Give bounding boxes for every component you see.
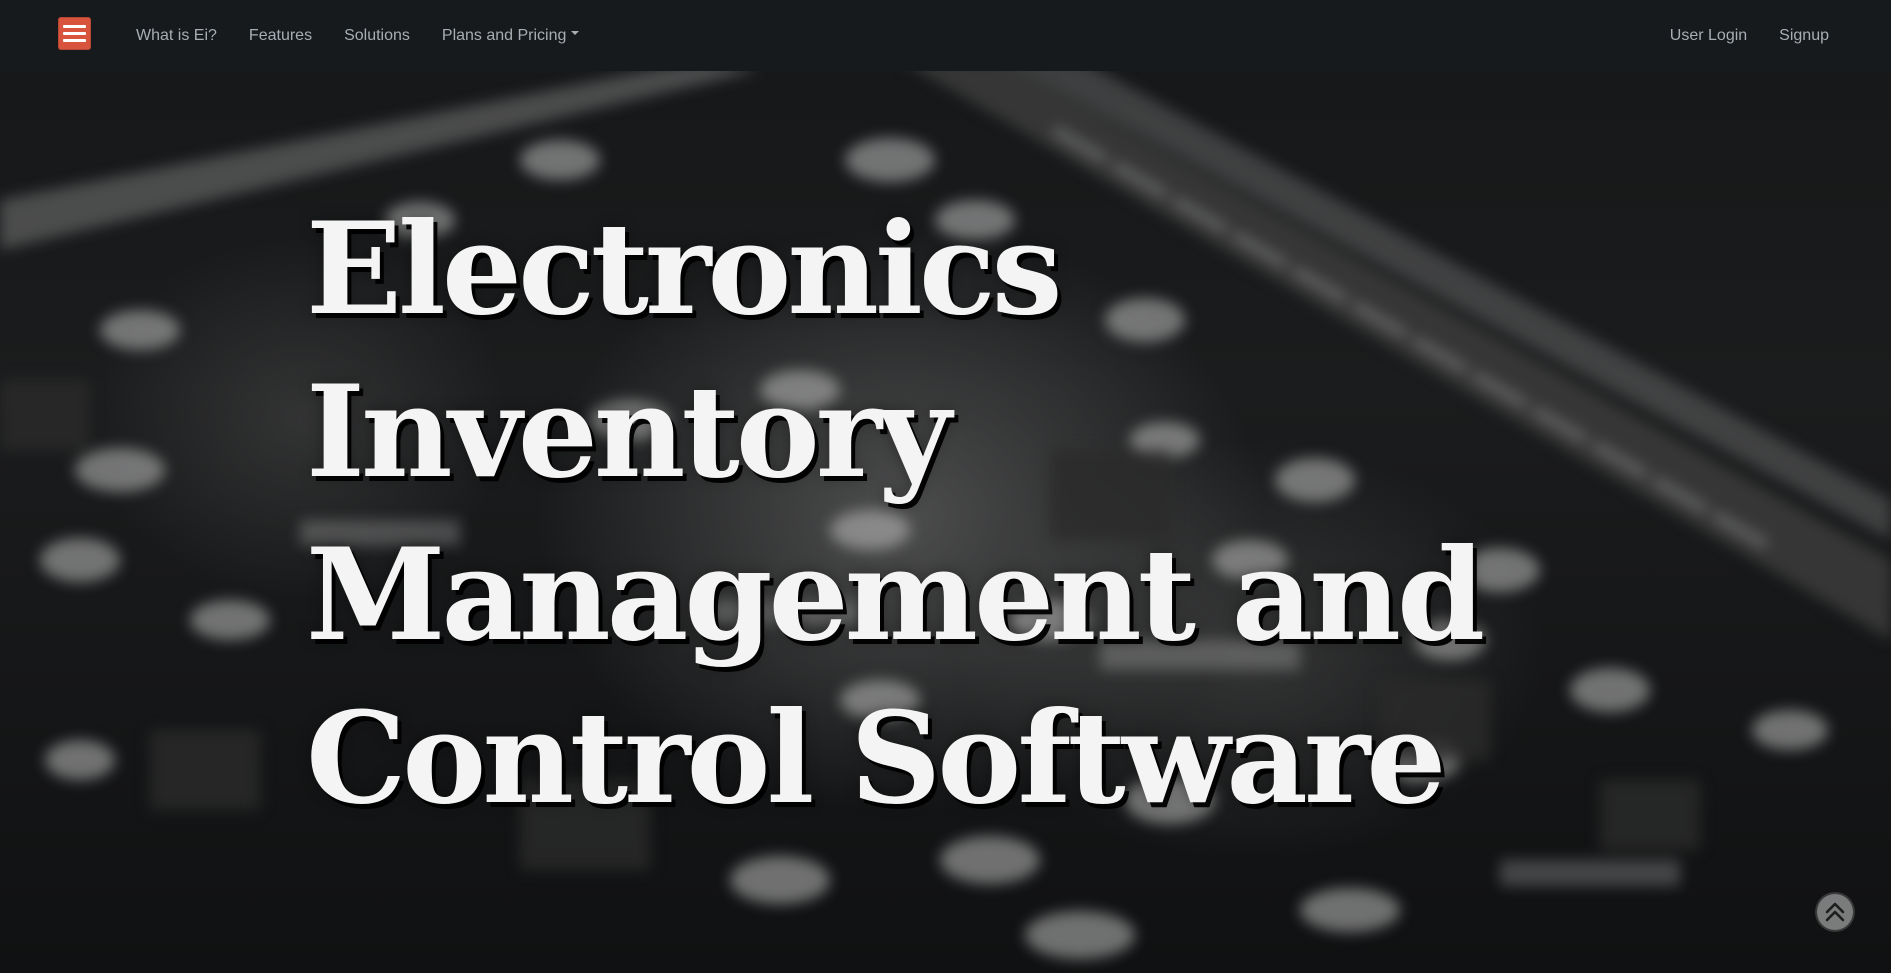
hero-title-line: Electronics xyxy=(306,195,1063,343)
nav-link-user-login[interactable]: User Login xyxy=(1670,27,1747,45)
nav-link-solutions[interactable]: Solutions xyxy=(344,27,410,45)
nav-link-what-is-ei[interactable]: What is Ei? xyxy=(136,27,217,45)
hamburger-menu-icon xyxy=(63,25,86,28)
double-chevron-up-icon xyxy=(1825,902,1845,922)
top-navbar: What is Ei? Features Solutions Plans and… xyxy=(0,0,1891,71)
hero-title-line: Inventory xyxy=(306,358,951,506)
nav-dropdown-label: Plans and Pricing xyxy=(441,26,567,44)
hero-title-line: Management and xyxy=(306,521,1485,669)
nav-links-right: User Login Signup xyxy=(1670,0,1829,71)
back-to-top-button[interactable] xyxy=(1815,892,1855,932)
hero-title-line: Control Software xyxy=(306,684,1446,832)
nav-links-left: What is Ei? Features Solutions Plans and… xyxy=(136,0,580,71)
caret-down-icon xyxy=(571,31,580,36)
nav-dropdown-plans-and-pricing[interactable]: Plans and Pricing xyxy=(442,27,580,45)
hamburger-menu-button[interactable] xyxy=(58,17,91,50)
nav-link-signup[interactable]: Signup xyxy=(1779,27,1829,45)
nav-link-features[interactable]: Features xyxy=(249,27,312,45)
page: What is Ei? Features Solutions Plans and… xyxy=(0,0,1891,973)
hero-title: Electronics Inventory Management and Con… xyxy=(306,188,1506,840)
